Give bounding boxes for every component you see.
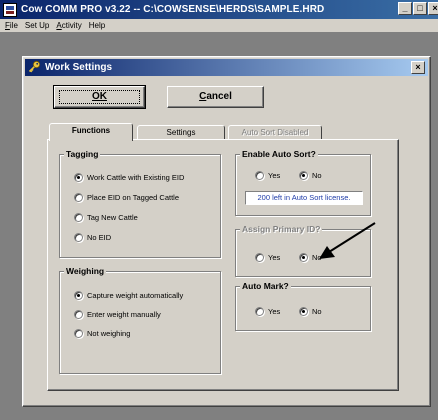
weighing-group: Weighing Capture weight automatically En… — [59, 266, 221, 374]
minimize-button[interactable]: _ — [398, 2, 412, 15]
ok-focus-rect — [59, 90, 140, 104]
cancel-button[interactable]: Cancel — [167, 86, 264, 108]
auto-sort-title: Enable Auto Sort? — [240, 149, 318, 160]
dialog-title-bar[interactable]: Work Settings × — [25, 59, 428, 76]
ok-button[interactable]: OK — [53, 85, 146, 109]
weighing-title: Weighing — [64, 266, 107, 277]
auto-mark-yes-label: Yes — [268, 307, 281, 316]
radio-capture-weight-label: Capture weight automatically — [87, 291, 184, 300]
radio-capture-weight[interactable]: Capture weight automatically — [74, 291, 183, 300]
radio-no-eid-dot[interactable] — [74, 233, 83, 242]
menu-help[interactable]: Help — [86, 21, 109, 30]
auto-mark-group: Auto Mark? Yes No — [235, 281, 371, 331]
radio-tag-new-dot[interactable] — [74, 213, 83, 222]
radio-existing-eid[interactable]: Work Cattle with Existing EID — [74, 173, 184, 182]
close-button[interactable]: × — [428, 2, 438, 15]
work-settings-dialog: Work Settings × OK Cancel Functions Sett… — [22, 56, 431, 407]
auto-mark-no-label: No — [312, 307, 322, 316]
maximize-button[interactable]: □ — [413, 2, 427, 15]
radio-capture-weight-dot[interactable] — [74, 291, 83, 300]
app-window: Cow COMM PRO v3.22 -- C:\COWSENSE\HERDS\… — [0, 0, 438, 420]
auto-mark-no[interactable]: No — [299, 307, 322, 316]
menu-file[interactable]: File — [2, 21, 22, 30]
auto-sort-no-dot[interactable] — [299, 171, 308, 180]
radio-no-eid-label: No EID — [87, 233, 112, 242]
app-title: Cow COMM PRO v3.22 -- C:\COWSENSE\HERDS\… — [21, 4, 325, 15]
menu-activity[interactable]: Activity — [53, 21, 85, 30]
auto-sort-group: Enable Auto Sort? Yes No 200 left in Aut… — [235, 149, 371, 216]
radio-existing-eid-label: Work Cattle with Existing EID — [87, 173, 185, 182]
primary-id-yes-label: Yes — [268, 253, 281, 262]
radio-enter-weight-dot[interactable] — [74, 310, 83, 319]
cancel-label-rest: ancel — [206, 91, 232, 102]
license-status-box: 200 left in Auto Sort license. — [245, 191, 363, 205]
primary-id-title: Assign Primary ID? — [240, 224, 323, 235]
radio-tag-new-label: Tag New Cattle — [87, 213, 138, 222]
key-icon — [28, 60, 41, 76]
auto-sort-no[interactable]: No — [299, 171, 322, 180]
tab-functions[interactable]: Functions — [49, 123, 133, 141]
dialog-title: Work Settings — [45, 62, 113, 73]
menu-file-rest: ile — [9, 21, 18, 30]
radio-enter-weight[interactable]: Enter weight manually — [74, 310, 161, 319]
menu-activity-rest: ctivity — [61, 21, 82, 30]
radio-not-weighing-label: Not weighing — [87, 329, 131, 338]
primary-id-yes[interactable]: Yes — [255, 253, 280, 262]
radio-place-eid[interactable]: Place EID on Tagged Cattle — [74, 193, 179, 202]
radio-not-weighing-dot[interactable] — [74, 329, 83, 338]
tagging-title: Tagging — [64, 149, 101, 160]
radio-existing-eid-dot[interactable] — [74, 173, 83, 182]
app-icon[interactable] — [3, 2, 17, 17]
tagging-group: Tagging Work Cattle with Existing EID Pl… — [59, 149, 221, 258]
menu-set-up[interactable]: Set Up — [22, 21, 53, 30]
auto-mark-yes[interactable]: Yes — [255, 307, 280, 316]
auto-sort-yes[interactable]: Yes — [255, 171, 280, 180]
auto-sort-yes-label: Yes — [268, 171, 281, 180]
radio-no-eid[interactable]: No EID — [74, 233, 111, 242]
radio-not-weighing[interactable]: Not weighing — [74, 329, 130, 338]
primary-id-yes-dot[interactable] — [255, 253, 264, 262]
radio-tag-new[interactable]: Tag New Cattle — [74, 213, 138, 222]
auto-mark-yes-dot[interactable] — [255, 307, 264, 316]
annotation-arrow-icon — [319, 222, 376, 259]
auto-mark-title: Auto Mark? — [240, 281, 291, 292]
primary-id-no-dot[interactable] — [299, 253, 308, 262]
radio-place-eid-dot[interactable] — [74, 193, 83, 202]
radio-enter-weight-label: Enter weight manually — [87, 310, 161, 319]
menu-bar: File Set Up Activity Help — [0, 19, 438, 32]
auto-mark-no-dot[interactable] — [299, 307, 308, 316]
radio-place-eid-label: Place EID on Tagged Cattle — [87, 193, 180, 202]
auto-sort-yes-dot[interactable] — [255, 171, 264, 180]
auto-sort-no-label: No — [312, 171, 322, 180]
dialog-close-button[interactable]: × — [411, 61, 425, 74]
app-title-bar[interactable]: Cow COMM PRO v3.22 -- C:\COWSENSE\HERDS\… — [0, 0, 438, 19]
